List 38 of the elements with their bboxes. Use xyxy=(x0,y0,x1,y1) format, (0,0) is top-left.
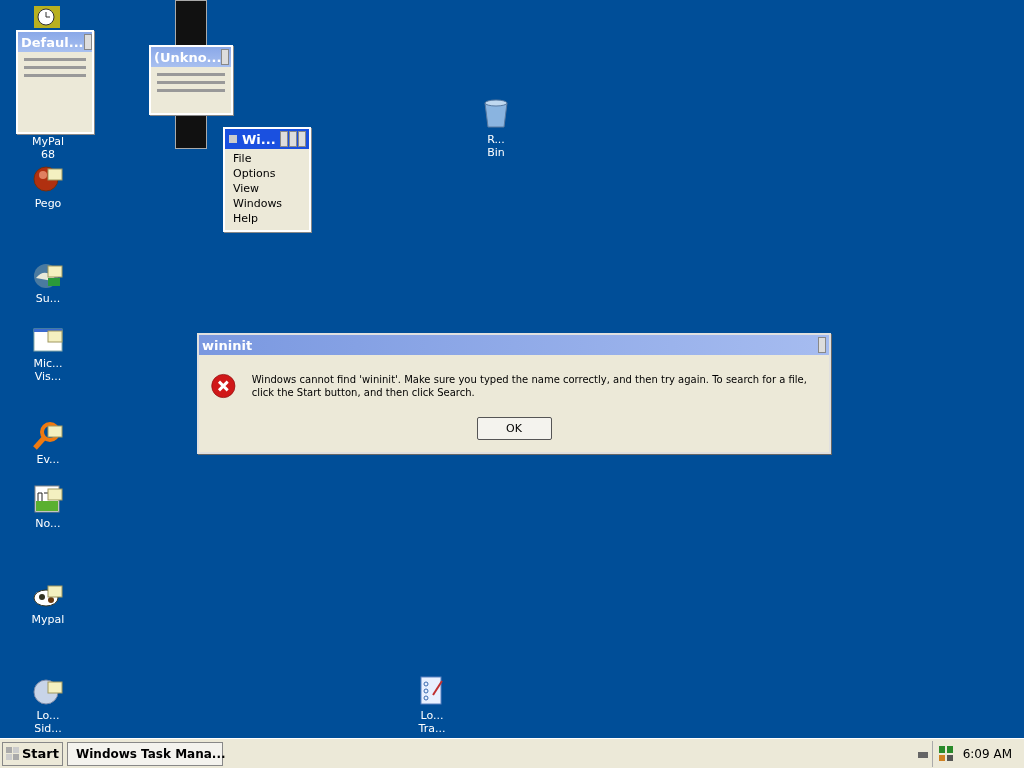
icon-label: Sid... xyxy=(34,722,62,735)
menu-item[interactable]: Windows xyxy=(233,196,309,211)
icon-label: Tra... xyxy=(418,722,446,735)
icon-label: Lo... xyxy=(420,709,444,722)
window-title: Wi... xyxy=(242,131,276,147)
menu-item[interactable]: File xyxy=(233,151,309,166)
windows-flag-icon xyxy=(6,746,20,761)
taskbar-button[interactable]: Windows Task Mana... xyxy=(67,741,223,766)
icon-label: Vis... xyxy=(34,370,62,383)
ball-icon[interactable] xyxy=(32,163,64,195)
icon-label: Mypal xyxy=(31,613,65,626)
menu-item[interactable]: Help xyxy=(233,211,309,226)
start-button[interactable]: Start xyxy=(2,741,63,766)
magnifier-icon[interactable] xyxy=(32,420,64,452)
window-title: (Unkno... xyxy=(154,49,222,65)
app-icon xyxy=(228,134,238,144)
icon-label: Bin xyxy=(487,146,505,159)
window-title: Defaul... xyxy=(21,34,84,50)
icon-label: Lo... xyxy=(36,709,60,722)
window-controls-icon[interactable] xyxy=(221,49,230,65)
menu-item[interactable]: Options xyxy=(233,166,309,181)
window-controls-icon[interactable] xyxy=(818,337,826,353)
dialog-title: wininit xyxy=(202,337,253,353)
icon-label: MyPal xyxy=(32,135,64,148)
window-controls-icon[interactable] xyxy=(83,34,92,50)
icon-label: Mic... xyxy=(33,357,63,370)
menu-item[interactable]: View xyxy=(233,181,309,196)
icon-label: 68 xyxy=(41,148,55,161)
icon-label: R... xyxy=(487,133,505,146)
network-icon[interactable] xyxy=(938,745,955,762)
icon-label: No... xyxy=(35,517,61,530)
clock[interactable]: 6:09 AM xyxy=(962,746,1012,761)
icon-label: Ev... xyxy=(36,453,60,466)
error-message: Windows cannot find 'wininit'. Make sure you typed the name correctly, and then try again. To search for a file, click the Start button, and then click Search. xyxy=(251,373,808,400)
window-controls-icon[interactable] xyxy=(280,131,306,147)
icon-label: Pego xyxy=(34,197,62,210)
ok-button[interactable]: OK xyxy=(476,417,552,440)
icon-label: Su... xyxy=(35,292,61,305)
